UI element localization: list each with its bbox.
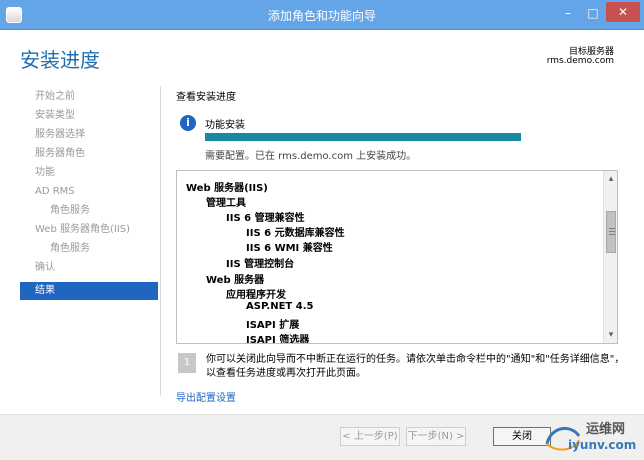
tree-item-web-server-iis: Web 服务器(IIS) xyxy=(186,183,268,194)
target-server-value: rms.demo.com xyxy=(546,56,614,66)
page-title: 安装进度 xyxy=(20,48,100,72)
info-icon: i xyxy=(180,115,196,131)
minimize-icon: – xyxy=(565,6,571,20)
installation-progress-bar xyxy=(205,133,521,141)
scroll-up-icon[interactable]: ▴ xyxy=(605,173,617,185)
nav-item-before-you-begin[interactable]: 开始之前 xyxy=(20,88,158,106)
nav-item-confirmation[interactable]: 确认 xyxy=(20,259,158,277)
nav-item-results[interactable]: 结果 xyxy=(20,282,158,300)
title-bar: 添加角色和功能向导 – □ ✕ xyxy=(0,0,644,30)
wizard-navigation: 开始之前 安装类型 服务器选择 服务器角色 功能 AD RMS 角色服务 Web… xyxy=(20,88,160,358)
maximize-icon: □ xyxy=(587,6,599,20)
section-title: 查看安装进度 xyxy=(176,92,236,103)
tree-item-aspnet45: ASP.NET 4.5 xyxy=(246,301,314,312)
tree-item-iis6-metabase: IIS 6 元数据库兼容性 xyxy=(246,228,345,239)
nav-item-features[interactable]: 功能 xyxy=(20,164,158,182)
watermark-url: iyunv.com xyxy=(568,438,637,452)
installation-status: 需要配置。已在 rms.demo.com 上安装成功。 xyxy=(205,151,417,162)
tree-item-iis6-compat: IIS 6 管理兼容性 xyxy=(226,213,305,224)
feature-installation-label: 功能安装 xyxy=(205,120,245,131)
nav-item-server-roles[interactable]: 服务器角色 xyxy=(20,145,158,163)
nav-item-iis-role-services[interactable]: 角色服务 xyxy=(20,240,158,258)
installed-features-list[interactable]: Web 服务器(IIS) 管理工具 IIS 6 管理兼容性 IIS 6 元数据库… xyxy=(176,170,618,344)
grip-line xyxy=(609,228,615,229)
scroll-down-icon[interactable]: ▾ xyxy=(605,329,617,341)
tree-item-iis6-wmi: IIS 6 WMI 兼容性 xyxy=(246,243,333,254)
minimize-button[interactable]: – xyxy=(556,4,580,22)
sidebar-divider xyxy=(160,86,161,396)
nav-item-web-server-role[interactable]: Web 服务器角色(IIS) xyxy=(20,221,158,239)
list-scrollbar[interactable]: ▴ ▾ xyxy=(603,171,617,343)
close-icon: ✕ xyxy=(617,5,629,19)
tree-item-isapi-filter: ISAPI 筛选器 xyxy=(246,335,310,344)
export-config-link[interactable]: 导出配置设置 xyxy=(176,389,236,404)
maximize-button[interactable]: □ xyxy=(581,4,605,22)
nav-item-rms-role-services[interactable]: 角色服务 xyxy=(20,202,158,220)
grip-line xyxy=(609,234,615,235)
watermark-title: 运维网 xyxy=(586,422,626,437)
window-title: 添加角色和功能向导 xyxy=(267,9,376,23)
next-button[interactable]: 下一步(N) > xyxy=(406,427,466,446)
nav-item-ad-rms[interactable]: AD RMS xyxy=(20,183,158,201)
tree-item-iis-console: IIS 管理控制台 xyxy=(226,259,295,270)
scroll-thumb[interactable] xyxy=(606,211,616,253)
previous-button[interactable]: < 上一步(P) xyxy=(340,427,400,446)
tree-item-web-server: Web 服务器 xyxy=(206,275,265,286)
note-text: 你可以关闭此向导而不中断正在运行的任务。请依次单击命令栏中的"通知"和"任务详细… xyxy=(206,354,625,379)
tree-item-isapi-ext: ISAPI 扩展 xyxy=(246,320,300,331)
note-icon: 1 xyxy=(178,353,196,373)
close-window-button[interactable]: ✕ xyxy=(606,2,640,22)
tree-item-management-tools: 管理工具 xyxy=(206,198,246,209)
nav-item-server-selection[interactable]: 服务器选择 xyxy=(20,126,158,144)
progress-fill xyxy=(205,133,521,141)
nav-item-installation-type[interactable]: 安装类型 xyxy=(20,107,158,125)
tree-item-app-dev: 应用程序开发 xyxy=(226,290,286,301)
grip-line xyxy=(609,231,615,232)
